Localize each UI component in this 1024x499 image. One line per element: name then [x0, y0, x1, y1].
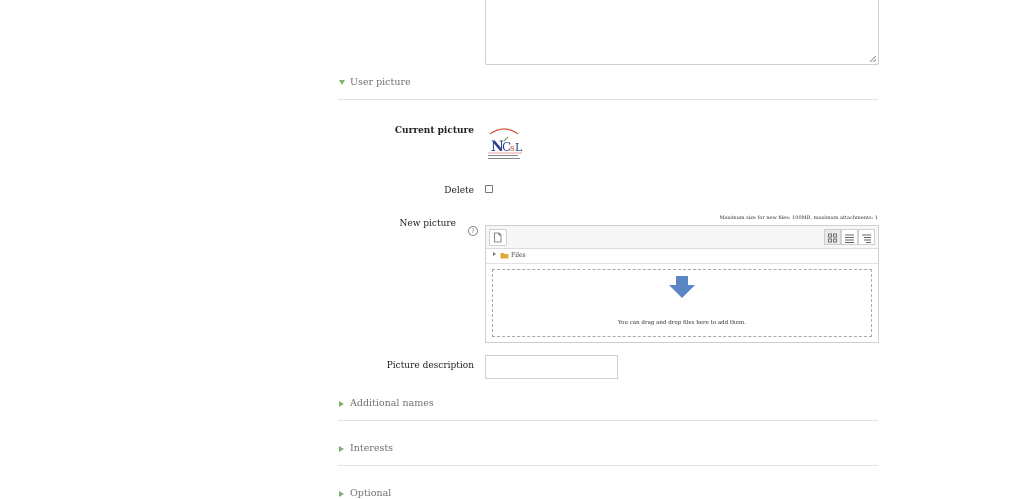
section-interests-label: Interests: [350, 443, 394, 454]
add-file-icon: [494, 232, 502, 243]
new-picture-help[interactable]: ?: [462, 219, 478, 238]
section-divider: [338, 420, 878, 421]
list-view-icon: [845, 234, 854, 243]
down-arrow-icon: [669, 276, 695, 298]
grid-view-icon: [828, 233, 837, 243]
section-optional-toggle[interactable]: Optional: [339, 488, 391, 499]
file-drop-zone[interactable]: You can drag and drop files here to add …: [492, 269, 872, 337]
file-picker-toolbar: [486, 226, 878, 249]
new-picture-label-text: New picture: [399, 219, 457, 229]
section-user-picture-label: User picture: [350, 77, 411, 88]
grid-view-button[interactable]: [824, 229, 841, 245]
resize-grip-icon[interactable]: [870, 56, 876, 62]
add-file-button[interactable]: [489, 229, 507, 246]
description-textarea[interactable]: [485, 0, 879, 65]
files-folder-label[interactable]: Files: [511, 252, 526, 259]
delete-label: Delete: [444, 186, 474, 196]
tree-view-button[interactable]: [858, 229, 875, 245]
picture-description-input[interactable]: [485, 355, 618, 379]
new-picture-label: New picture: [256, 219, 457, 229]
delete-checkbox[interactable]: [485, 185, 493, 193]
ncsl-logo: N C s L: [488, 128, 523, 159]
help-icon[interactable]: ?: [468, 226, 478, 236]
drop-hint-text: You can drag and drop files here to add …: [618, 320, 746, 326]
current-picture-avatar: N C s L: [484, 124, 524, 164]
tree-view-icon: [862, 234, 871, 243]
file-picker-path: Files: [486, 249, 878, 264]
caret-right-icon: [339, 400, 344, 407]
caret-down-icon: [339, 80, 345, 85]
current-picture-label: Current picture: [394, 126, 474, 136]
section-interests-toggle[interactable]: Interests: [339, 443, 393, 454]
section-additional-names-toggle[interactable]: Additional names: [339, 398, 434, 409]
svg-text:L: L: [515, 141, 523, 154]
list-view-button[interactable]: [841, 229, 858, 245]
file-picker: Files You can drag and drop files here t…: [485, 225, 879, 343]
expand-arrow-icon[interactable]: [493, 252, 496, 256]
caret-right-icon: [339, 490, 344, 497]
caret-right-icon: [339, 445, 344, 452]
section-optional-label: Optional: [350, 488, 392, 499]
section-additional-names-label: Additional names: [350, 398, 434, 409]
picture-description-label: Picture description: [386, 361, 474, 371]
max-size-notice: Maximum size for new files: 100MB, maxim…: [719, 215, 878, 221]
section-user-picture-toggle[interactable]: User picture: [339, 77, 411, 88]
folder-icon: [500, 253, 509, 259]
section-divider: [338, 99, 878, 100]
section-divider: [338, 465, 878, 466]
